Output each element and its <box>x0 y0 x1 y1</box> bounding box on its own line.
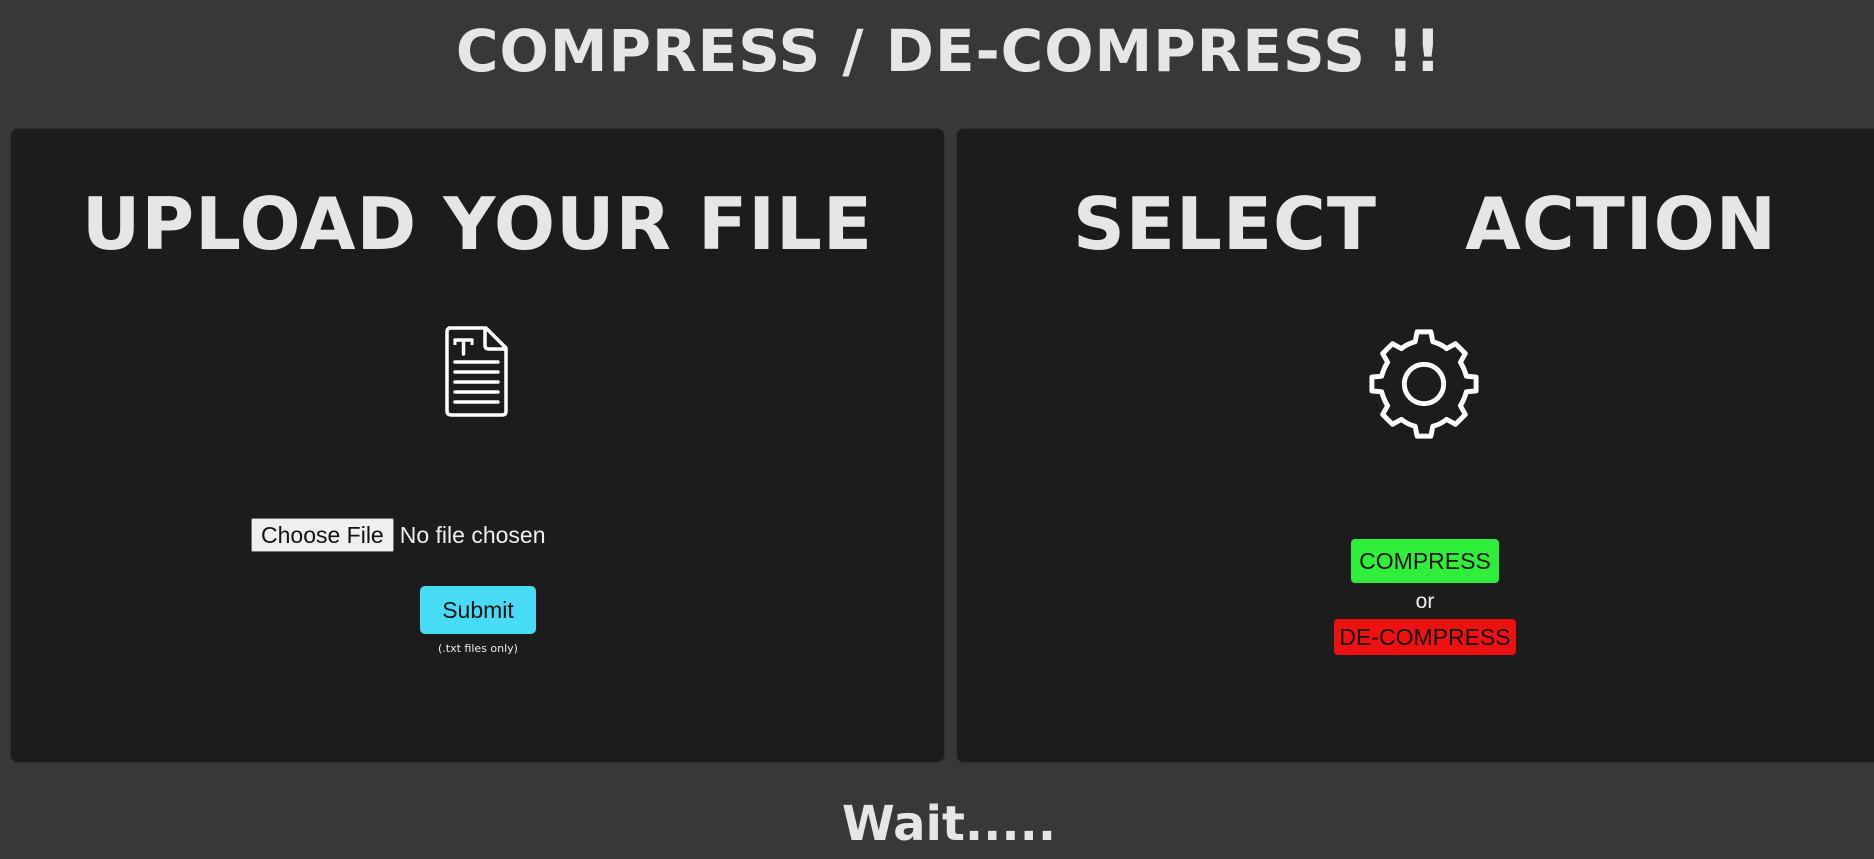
status-text: Wait..... <box>841 796 1057 852</box>
page: COMPRESS / DE-COMPRESS !! UPLOAD YOUR FI… <box>0 0 1874 859</box>
file-status: No file chosen <box>399 521 546 548</box>
choose-file-button[interactable]: Choose File <box>251 518 394 552</box>
submit-button[interactable]: Submit <box>420 586 536 634</box>
upload-heading: UPLOAD YOUR FILE <box>81 182 874 266</box>
file-type-hint: (.txt files only) <box>438 642 518 655</box>
decompress-button[interactable]: DE-COMPRESS <box>1334 619 1516 655</box>
page-title: COMPRESS / DE-COMPRESS !! <box>455 17 1443 85</box>
file-picker: Choose File No file chosen <box>251 517 545 553</box>
action-options: COMPRESS or DE-COMPRESS <box>957 539 1874 655</box>
upload-panel: UPLOAD YOUR FILE Choose File No file cho… <box>10 128 945 763</box>
compress-button[interactable]: COMPRESS <box>1351 539 1499 583</box>
or-separator: or <box>1415 590 1435 613</box>
action-heading: SELECT ACTION <box>1072 182 1778 266</box>
gear-icon <box>1369 329 1479 439</box>
action-panel: SELECT ACTION COMPRESS or DE-COMPRESS <box>956 128 1874 763</box>
text-file-icon <box>445 326 508 417</box>
